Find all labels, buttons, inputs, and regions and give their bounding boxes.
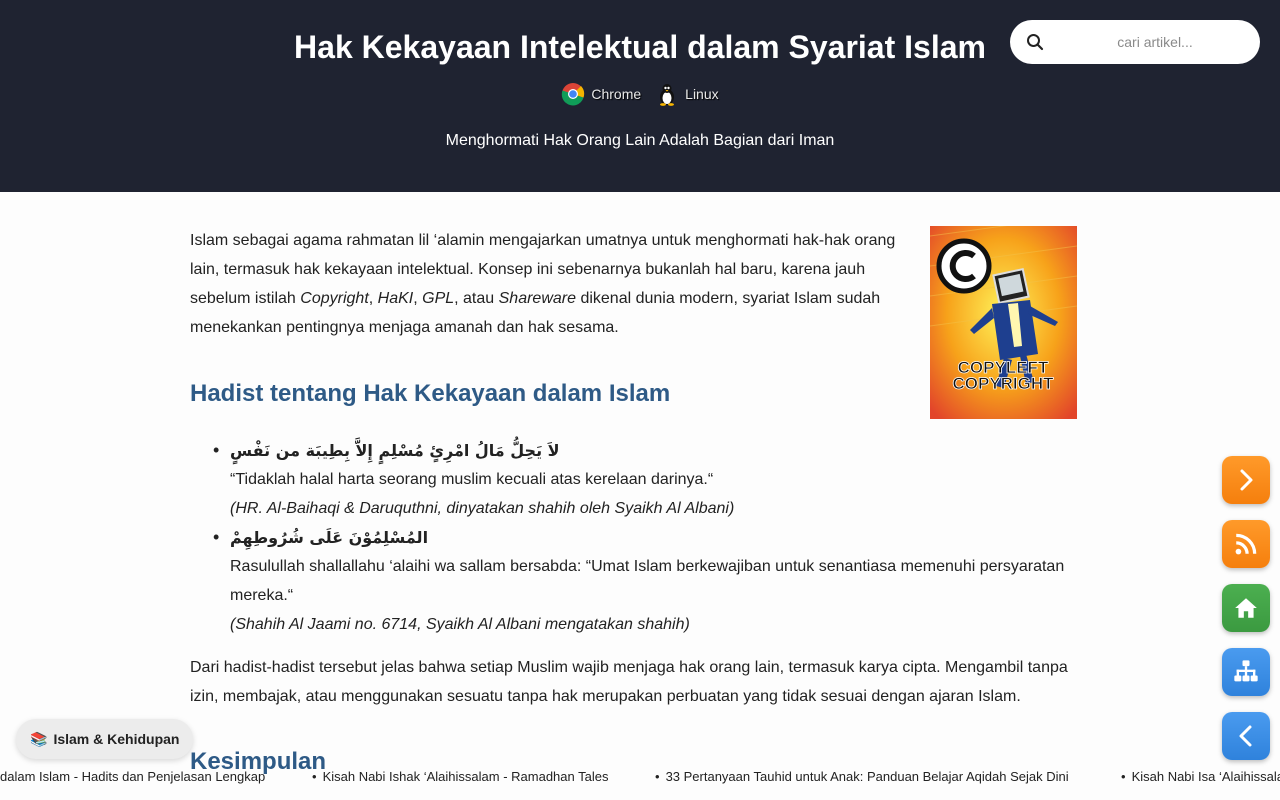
- hadith-translation: “Tidaklah halal harta seorang muslim kec…: [230, 471, 714, 488]
- hadith-translation: Rasulullah shallallahu ‘alaihi wa sallam…: [230, 558, 1065, 604]
- hadith-arabic: لاَ يَحِلُّ مَالُ امْرِئٍ مُسْلِمٍ إِلاَ…: [230, 441, 560, 460]
- prev-button[interactable]: [1222, 712, 1270, 760]
- svg-text:COPYRIGHT: COPYRIGHT: [952, 374, 1054, 393]
- books-icon: 📚: [30, 730, 48, 747]
- platform-chrome-label: Chrome: [591, 86, 642, 102]
- sitemap-button[interactable]: [1222, 648, 1270, 696]
- copyleft-copyright-illustration: COPYLEFT COPYRIGHT: [930, 226, 1077, 419]
- term-copyright: Copyright: [300, 290, 369, 307]
- home-icon: [1235, 598, 1257, 618]
- sitemap-icon: [1234, 660, 1258, 682]
- ticker-link-text: dalam Islam - Hadits dan Penjelasan Leng…: [0, 769, 266, 784]
- hadith-list: لاَ يَحِلُّ مَالُ امْرِئٍ مُسْلِمٍ إِلاَ…: [213, 436, 1080, 639]
- ticker-link[interactable]: dalam Islam - Hadits dan Penjelasan Leng…: [0, 769, 265, 784]
- page-tagline: Menghormati Hak Orang Lain Adalah Bagian…: [445, 132, 835, 149]
- rss-icon: [1235, 533, 1257, 555]
- category-chip[interactable]: 📚 Islam & Kehidupan: [16, 719, 194, 759]
- category-label: Islam & Kehidupan: [53, 731, 180, 747]
- ticker-link[interactable]: • Kisah Nabi Ishak ‘Alaihissalam - Ramadh…: [312, 769, 608, 784]
- bullet-icon: •: [1121, 769, 1126, 784]
- ticker-link-text: Kisah Nabi Isa ‘Alaihissalam: [1131, 769, 1280, 784]
- home-button[interactable]: [1222, 584, 1270, 632]
- related-articles-ticker: dalam Islam - Hadits dan Penjelasan Leng…: [0, 766, 1280, 790]
- platform-list: Chrome Linux: [0, 82, 1280, 106]
- linux-tux-icon: [660, 84, 675, 106]
- section-heading-hadith: Hadist tentang Hak Kekayaan dalam Islam: [190, 380, 671, 407]
- chevron-right-icon: [1240, 469, 1253, 491]
- platform-linux: Linux: [655, 82, 719, 106]
- chevron-left-icon: [1239, 725, 1252, 747]
- search-icon[interactable]: [1026, 33, 1044, 51]
- chrome-icon: [562, 83, 585, 106]
- ticker-link[interactable]: • 33 Pertanyaan Tauhid untuk Anak: Pandua…: [655, 769, 1069, 784]
- term-haki: HaKI: [377, 290, 414, 307]
- term-shareware: Shareware: [498, 290, 576, 307]
- intro-sep-2: ,: [413, 290, 423, 307]
- intro-sep-3: , atau: [454, 290, 499, 307]
- next-button[interactable]: [1222, 456, 1270, 504]
- term-gpl: GPL: [422, 290, 455, 307]
- list-item: المُسْلِمُوْنَ عَلَى شُرُوطِهِمْ Rasulul…: [213, 523, 1080, 639]
- hadith-arabic: المُسْلِمُوْنَ عَلَى شُرُوطِهِمْ: [230, 528, 429, 547]
- search-box: [1010, 20, 1260, 64]
- intro-sep-1: ,: [368, 290, 378, 307]
- bullet-icon: •: [655, 769, 660, 784]
- list-item: لاَ يَحِلُّ مَالُ امْرِئٍ مُسْلِمٍ إِلاَ…: [213, 436, 1080, 523]
- ticker-link-text: Kisah Nabi Ishak ‘Alaihissalam - Ramadha…: [322, 769, 609, 784]
- intro-paragraph: Islam sebagai agama rahmatan lil ‘alamin…: [190, 226, 905, 342]
- conclusion-intro-paragraph: Dari hadist-hadist tersebut jelas bahwa …: [190, 659, 1068, 705]
- hadith-source: (Shahih Al Jaami no. 6714, Syaikh Al Alb…: [230, 616, 690, 633]
- ticker-link-text: 33 Pertanyaan Tauhid untuk Anak: Panduan…: [665, 769, 1069, 784]
- search-input[interactable]: [1060, 28, 1250, 56]
- bullet-icon: •: [312, 769, 317, 784]
- hadith-source: (HR. Al-Baihaqi & Daruquthni, dinyatakan…: [230, 500, 735, 517]
- platform-linux-label: Linux: [685, 86, 719, 102]
- ticker-link[interactable]: • Kisah Nabi Isa ‘Alaihissalam: [1121, 769, 1280, 784]
- rss-button[interactable]: [1222, 520, 1270, 568]
- platform-chrome: Chrome: [561, 82, 641, 106]
